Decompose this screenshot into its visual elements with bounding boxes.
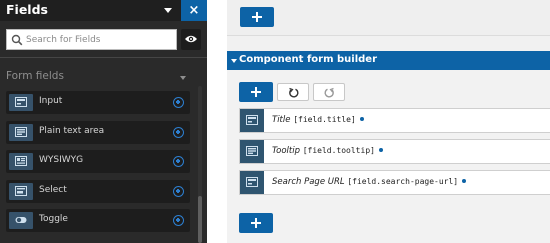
section-collapse-icon[interactable] [180, 76, 186, 80]
toggle-icon [9, 212, 33, 229]
add-component-button-bottom[interactable] [239, 213, 273, 233]
component-form-builder: Component form builder Title [field.titl… [227, 51, 550, 243]
form-fields-section-title: Form fields [6, 70, 64, 82]
redo-button[interactable] [313, 83, 345, 101]
search-box[interactable] [6, 29, 177, 50]
component-label: Search Page URL [field.search-page-url] [272, 177, 467, 187]
field-item-label: Toggle [39, 214, 68, 224]
field-item-toggle[interactable]: Toggle [6, 209, 190, 232]
add-field-plus-icon[interactable] [173, 97, 184, 108]
component-field-code: [field.title] [293, 115, 356, 124]
divider [0, 57, 207, 58]
add-field-plus-icon[interactable] [173, 215, 184, 226]
input-field-icon [9, 94, 33, 111]
search-icon [11, 34, 23, 46]
fields-panel-title: Fields [6, 2, 48, 17]
component-name: Tooltip [272, 146, 300, 156]
toggle-visibility-button[interactable] [181, 29, 201, 50]
app-root: Fields × Form fields [0, 0, 550, 243]
component-label: Tooltip [field.tooltip] [272, 146, 383, 156]
add-field-plus-icon[interactable] [173, 186, 184, 197]
input-field-icon [240, 109, 264, 132]
component-form-builder-title: Component form builder [239, 54, 377, 65]
component-field-code: [field.search-page-url] [347, 177, 459, 186]
input-field-icon [240, 171, 264, 194]
eye-icon [185, 35, 197, 43]
add-field-plus-icon[interactable] [173, 127, 184, 138]
add-field-plus-icon[interactable] [173, 156, 184, 167]
component-label: Title [field.title] [272, 115, 364, 125]
field-item-label: WYSIWYG [39, 155, 84, 165]
add-field-button[interactable] [239, 82, 273, 102]
chevron-down-icon [231, 59, 237, 63]
search-input[interactable] [26, 31, 174, 48]
field-item-label: Plain text area [39, 126, 105, 136]
main-content-area: Component form builder Title [field.titl… [227, 0, 550, 243]
add-component-button[interactable] [240, 7, 274, 27]
wysiwyg-icon [9, 153, 33, 170]
text-area-icon [9, 124, 33, 141]
status-dot-icon [359, 117, 364, 121]
component-name: Title [272, 115, 291, 125]
field-item-plain-text-area[interactable]: Plain text area [6, 121, 190, 144]
component-field-code: [field.tooltip] [302, 146, 375, 155]
upper-component-block [227, 0, 550, 36]
redo-icon [324, 87, 334, 98]
field-item-wysiwyg[interactable]: WYSIWYG [6, 150, 190, 173]
field-item-input[interactable]: Input [6, 91, 190, 114]
fields-panel-header: Fields × [0, 0, 207, 21]
component-row-search-page-url[interactable]: Search Page URL [field.search-page-url] [239, 170, 550, 195]
status-dot-icon [462, 179, 467, 183]
field-item-select[interactable]: Select [6, 180, 190, 203]
component-row-title[interactable]: Title [field.title] [239, 108, 550, 133]
collapse-chevron-icon[interactable] [164, 8, 172, 13]
select-icon [9, 183, 33, 200]
fields-panel: Fields × Form fields [0, 0, 207, 243]
component-row-tooltip[interactable]: Tooltip [field.tooltip] [239, 139, 550, 164]
status-dot-icon [378, 148, 383, 152]
field-item-label: Select [39, 185, 67, 195]
field-item-label: Input [39, 96, 63, 106]
component-form-builder-header[interactable]: Component form builder [227, 51, 550, 70]
undo-button[interactable] [277, 83, 309, 101]
undo-icon [289, 87, 299, 98]
scrollbar-thumb[interactable] [198, 196, 202, 243]
text-area-icon [240, 140, 264, 163]
close-panel-button[interactable]: × [181, 0, 207, 21]
component-name: Search Page URL [272, 177, 345, 187]
